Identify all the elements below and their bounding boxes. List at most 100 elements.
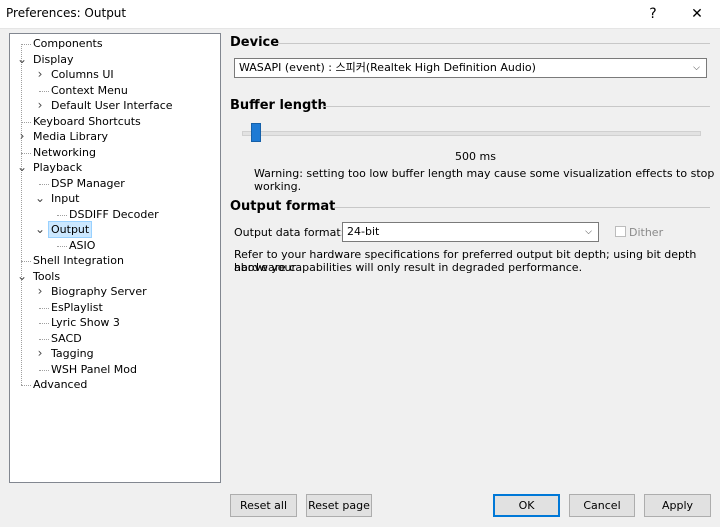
tree-item[interactable]: ⌄ Input [10, 191, 218, 206]
tree-item[interactable]: WSH Panel Mod [10, 362, 218, 377]
buffer-value: 500 ms [455, 150, 496, 163]
tree-item-label: Display [33, 52, 74, 66]
tree-item-label: Columns UI [51, 68, 114, 81]
buffer-warning: Warning: setting too low buffer length m… [254, 167, 715, 193]
output-format-heading: Output format [230, 199, 336, 214]
tree-item-label: Advanced [33, 378, 88, 391]
apply-button[interactable]: Apply [644, 494, 711, 517]
help-button[interactable]: ? [636, 0, 670, 28]
tree-item-label: Shell Integration [33, 254, 124, 267]
tree-item[interactable]: › Media Library [10, 129, 218, 144]
tree-item[interactable]: ⌄ Playback [10, 160, 218, 175]
tree-connector [21, 44, 31, 45]
tree-item-label: Media Library [33, 130, 108, 143]
chevron-down-icon: ⌵ [585, 227, 592, 237]
tree-item[interactable]: Keyboard Shortcuts [10, 114, 218, 129]
tree-item-label: Keyboard Shortcuts [33, 114, 141, 128]
tree-item[interactable]: › Default User Interface [10, 98, 218, 113]
tree-item[interactable]: › Columns UI [10, 67, 218, 82]
tree-item[interactable]: EsPlaylist [10, 300, 218, 315]
tree-item-label: EsPlaylist [51, 300, 103, 314]
tree-item-label: DSP Manager [51, 176, 125, 190]
tree-item[interactable]: DSP Manager [10, 176, 218, 191]
tree-item[interactable]: Lyric Show 3 [10, 315, 218, 330]
preferences-tree[interactable]: Components ⌄ Display › Columns UI Context Men… [9, 33, 221, 483]
tree-connector [39, 90, 49, 92]
tree-item[interactable]: ⌄ Output [10, 221, 218, 238]
chevron-right-icon[interactable]: › [35, 98, 45, 113]
tree-connector [39, 369, 49, 371]
tree-item[interactable]: Context Menu [10, 83, 218, 98]
close-button[interactable]: ✕ [680, 0, 714, 28]
tree-connector [57, 245, 67, 247]
buffer-slider-track[interactable] [242, 131, 701, 136]
chevron-right-icon[interactable]: › [35, 67, 45, 82]
tree-item-label: WSH Panel Mod [51, 362, 138, 376]
reset-all-button[interactable]: Reset all [230, 494, 297, 517]
tree-item[interactable]: › Biography Server [10, 284, 218, 299]
device-heading: Device [230, 35, 280, 50]
tree-item[interactable]: › Tagging [10, 346, 218, 361]
tree-item[interactable]: Components [10, 36, 218, 51]
output-format-divider [334, 207, 710, 208]
chevron-down-icon[interactable]: ⌄ [35, 222, 45, 237]
tree-item-label: Biography Server [51, 285, 147, 298]
dither-checkbox[interactable] [615, 226, 626, 237]
tree-item[interactable]: Advanced [10, 377, 218, 392]
tree-item-label: Input [51, 192, 80, 205]
cancel-label: Cancel [583, 499, 621, 512]
tree-item-label: SACD [51, 331, 82, 345]
tree-item[interactable]: Shell Integration [10, 253, 218, 268]
output-format-value: 24-bit [347, 225, 380, 238]
chevron-down-icon[interactable]: ⌄ [17, 160, 27, 175]
buffer-divider [322, 106, 710, 107]
tree-item-label: Default User Interface [51, 99, 173, 112]
ok-button[interactable]: OK [493, 494, 560, 517]
output-format-label: Output data format: [234, 226, 345, 239]
reset-page-button[interactable]: Reset page [306, 494, 372, 517]
apply-label: Apply [661, 499, 694, 512]
tree-connector [21, 385, 31, 386]
chevron-right-icon[interactable]: › [35, 284, 45, 299]
chevron-right-icon[interactable]: › [17, 129, 27, 144]
tree-item-label: DSDIFF Decoder [69, 207, 159, 221]
buffer-slider-thumb[interactable] [250, 123, 261, 142]
tree-item[interactable]: ASIO [10, 238, 218, 253]
tree-item-label: Tools [33, 269, 61, 283]
tree-item-label: Playback [33, 161, 83, 174]
tree-connector [39, 183, 49, 185]
tree-connector [57, 214, 67, 216]
chevron-down-icon[interactable]: ⌄ [17, 269, 27, 284]
chevron-down-icon: ⌵ [693, 63, 700, 73]
ok-label: OK [518, 499, 535, 512]
help-icon: ? [649, 6, 657, 22]
tree-connector [21, 261, 31, 262]
title-bar: Preferences: Output ? ✕ [0, 0, 720, 29]
tree-item[interactable]: DSDIFF Decoder [10, 207, 218, 222]
device-select[interactable]: WASAPI (event) : 스피커(Realtek High Defini… [234, 58, 707, 78]
cancel-button[interactable]: Cancel [569, 494, 635, 517]
tree-item-label: Tagging [51, 347, 94, 360]
output-format-select[interactable]: 24-bit ⌵ [342, 222, 599, 242]
tree-item-label: Lyric Show 3 [51, 316, 120, 329]
tree-item-label: ASIO [69, 238, 96, 252]
chevron-down-icon[interactable]: ⌄ [17, 52, 27, 67]
tree-item[interactable]: ⌄ Tools [10, 269, 218, 284]
reset-all-label: Reset all [239, 499, 288, 512]
close-icon: ✕ [691, 6, 703, 22]
tree-connector [21, 121, 31, 123]
tree-item-label: Networking [33, 145, 96, 159]
chevron-right-icon[interactable]: › [35, 346, 45, 361]
tree-item-label: Components [33, 37, 103, 50]
dither-label: Dither [629, 226, 664, 239]
tree-item[interactable]: ⌄ Display [10, 52, 218, 67]
output-format-note-2: hardware capabilities will only result i… [234, 261, 583, 274]
buffer-heading: Buffer length [230, 98, 327, 113]
reset-page-label: Reset page [308, 499, 370, 512]
window-title: Preferences: Output [6, 6, 127, 20]
tree-item[interactable]: SACD [10, 331, 218, 346]
tree-item-label: Output [47, 221, 93, 238]
tree-item-label: Context Menu [51, 83, 128, 97]
chevron-down-icon[interactable]: ⌄ [35, 191, 45, 206]
tree-item[interactable]: Networking [10, 145, 218, 160]
